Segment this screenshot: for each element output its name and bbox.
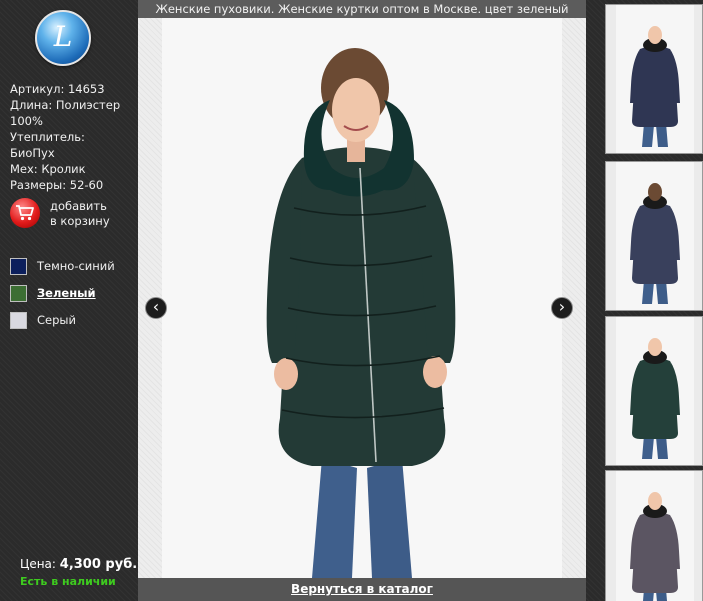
- add-to-cart-button[interactable]: добавить в корзину: [10, 198, 130, 232]
- back-bar: Вернуться в каталог: [138, 578, 586, 601]
- color-label-dark-blue[interactable]: Темно-синий: [37, 259, 115, 273]
- add-to-cart-line2[interactable]: в корзину: [50, 214, 110, 229]
- thumbnail-2[interactable]: [605, 161, 703, 311]
- thumbnail-1[interactable]: [605, 4, 703, 154]
- color-option-dark-blue[interactable]: Темно-синий: [10, 256, 134, 283]
- brand-logo[interactable]: L: [35, 10, 91, 66]
- color-swatch-gray[interactable]: [10, 312, 27, 329]
- spec-fur: Мех: Кролик: [10, 162, 86, 176]
- chevron-left-icon[interactable]: ‹: [153, 297, 159, 316]
- color-label-gray[interactable]: Серый: [37, 313, 76, 327]
- spec-insulation-value: БиоПух: [10, 146, 55, 160]
- spec-material-percent: 100%: [10, 114, 43, 128]
- color-swatch-green[interactable]: [10, 285, 27, 302]
- spec-article: Артикул: 14653: [10, 82, 105, 96]
- product-photo: ‹ ›: [138, 18, 586, 578]
- chevron-right-icon[interactable]: ›: [559, 297, 565, 316]
- image-viewer: Женские пуховики. Женские куртки оптом в…: [138, 0, 586, 601]
- product-photo-frame: [162, 18, 562, 578]
- product-info-panel: L Артикул: 14653 Длина: Полиэстер 100% У…: [0, 0, 137, 601]
- price-block: Цена: 4,300 руб. Есть в наличии: [20, 557, 138, 588]
- color-label-green[interactable]: Зеленый: [37, 286, 96, 300]
- spec-insulation-label: Утеплитель:: [10, 130, 85, 144]
- color-option-gray[interactable]: Серый: [10, 310, 134, 337]
- spec-sizes: Размеры: 52-60: [10, 178, 104, 192]
- image-caption: Женские пуховики. Женские куртки оптом в…: [138, 0, 586, 18]
- model-figure: [266, 48, 456, 578]
- back-to-catalog-link[interactable]: Вернуться в каталог: [291, 582, 433, 596]
- previous-image-button[interactable]: ‹: [145, 297, 167, 319]
- spec-material: Длина: Полиэстер: [10, 98, 121, 112]
- price-value: 4,300 руб.: [59, 557, 138, 572]
- price-label: Цена:: [20, 557, 56, 571]
- next-image-button[interactable]: ›: [551, 297, 573, 319]
- thumbnail-strip: [605, 0, 703, 601]
- thumbnail-4[interactable]: [605, 470, 703, 601]
- logo-letter: L: [53, 20, 73, 53]
- thumbnail-3[interactable]: [605, 316, 703, 466]
- color-selector: Темно-синий Зеленый Серый: [10, 256, 134, 337]
- color-option-green[interactable]: Зеленый: [10, 283, 134, 310]
- product-specs: Артикул: 14653 Длина: Полиэстер 100% Уте…: [10, 81, 134, 193]
- shopping-cart-icon[interactable]: [10, 198, 40, 228]
- price-line: Цена: 4,300 руб.: [20, 557, 138, 572]
- add-to-cart-label[interactable]: добавить в корзину: [50, 199, 110, 229]
- add-to-cart-line1[interactable]: добавить: [50, 199, 110, 214]
- stock-status: Есть в наличии: [20, 575, 116, 588]
- color-swatch-dark-blue[interactable]: [10, 258, 27, 275]
